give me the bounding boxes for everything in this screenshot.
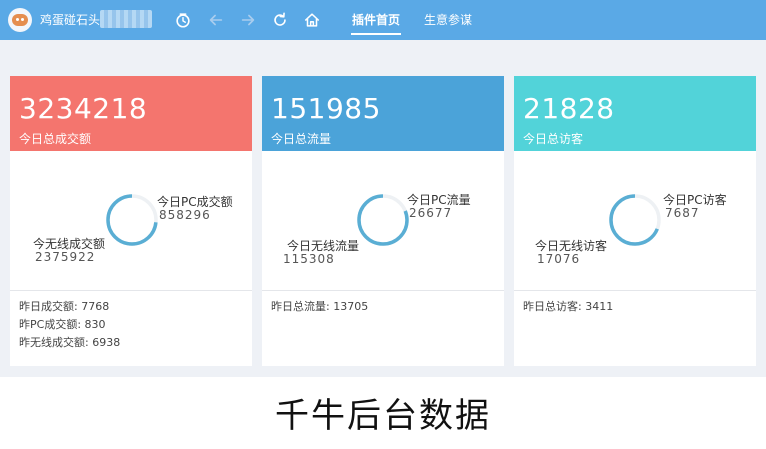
tab-plugin-home[interactable]: 插件首页 [352, 11, 400, 28]
pc-value: 7687 [665, 206, 700, 220]
active-tab-underline [351, 33, 401, 35]
card-header: 21828 今日总访客 [514, 76, 756, 151]
card-header: 3234218 今日总成交额 [10, 76, 252, 151]
total-value: 3234218 [19, 92, 148, 125]
card-header: 151985 今日总流量 [262, 76, 504, 151]
total-value: 21828 [523, 92, 615, 125]
card-divider [262, 290, 504, 291]
traffic-card: 151985 今日总流量 今日PC流量 26677 今日无线流量 115308 … [262, 76, 504, 366]
yesterday-stat: 昨日总访客: 3411 [523, 300, 614, 313]
pc-value: 858296 [159, 208, 211, 222]
caption: 千牛后台数据 [275, 396, 491, 436]
home-icon[interactable] [301, 9, 323, 31]
avatar-eye-right [21, 18, 24, 21]
dashboard-content: 3234218 今日总成交额 今日PC成交额 858296 今无线成交额 237… [0, 40, 766, 377]
total-label: 今日总访客 [523, 132, 584, 146]
yesterday-stat: 昨日成交额: 7768 [19, 300, 110, 313]
total-label: 今日总流量 [271, 132, 332, 146]
total-value: 151985 [271, 92, 381, 125]
forward-arrow-icon[interactable] [237, 9, 259, 31]
split-donut [357, 194, 409, 246]
back-arrow-icon[interactable] [205, 9, 227, 31]
avatar-face [12, 14, 28, 26]
tab-business-advisor[interactable]: 生意参谋 [424, 11, 472, 28]
split-donut [106, 194, 158, 246]
visitors-card: 21828 今日总访客 今日PC访客 7687 今日无线访客 17076 昨日总… [514, 76, 756, 366]
pc-value: 26677 [409, 206, 453, 220]
mobile-value: 2375922 [35, 250, 96, 264]
total-label: 今日总成交额 [19, 132, 92, 146]
shop-name: 鸡蛋碰石头 [40, 13, 101, 27]
avatar-eye-left [16, 18, 19, 21]
sales-card: 3234218 今日总成交额 今日PC成交额 858296 今无线成交额 237… [10, 76, 252, 366]
redacted-name-blur [100, 10, 152, 28]
card-divider [10, 290, 252, 291]
yesterday-stat: 昨PC成交额: 830 [19, 318, 106, 331]
card-divider [514, 290, 756, 291]
yesterday-stat: 昨无线成交额: 6938 [19, 336, 121, 349]
refresh-icon[interactable] [269, 9, 291, 31]
avatar[interactable] [8, 8, 32, 32]
mobile-value: 115308 [283, 252, 335, 266]
mobile-value: 17076 [537, 252, 581, 266]
clock-icon[interactable] [172, 9, 194, 31]
yesterday-stat: 昨日总流量: 13705 [271, 300, 369, 313]
top-bar: 鸡蛋碰石头 插件首页 生意参谋 [0, 0, 766, 40]
split-donut [609, 194, 661, 246]
